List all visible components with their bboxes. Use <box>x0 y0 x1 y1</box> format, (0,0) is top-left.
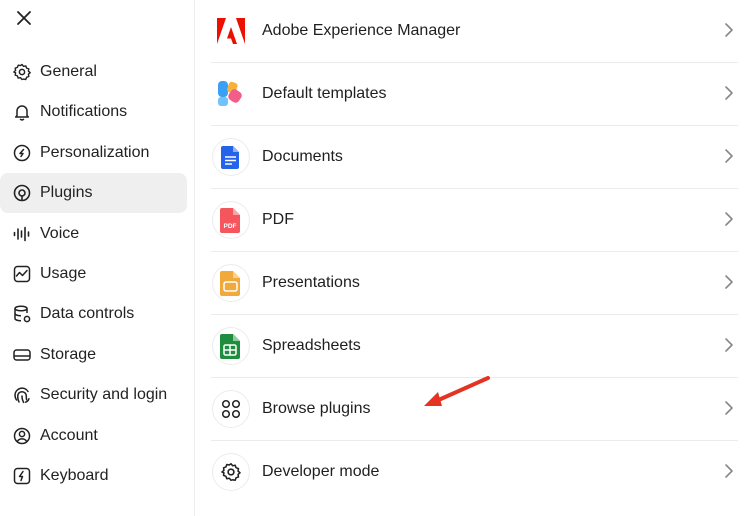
voice-waveform-icon <box>12 224 32 244</box>
sidebar-item-storage[interactable]: Storage <box>0 335 194 375</box>
sidebar-item-label: Personalization <box>40 143 150 161</box>
sidebar-item-account[interactable]: Account <box>0 416 194 456</box>
plugin-row-default-templates[interactable]: Default templates <box>211 63 738 126</box>
plugin-label: Presentations <box>262 274 360 291</box>
settings-nav: General Notifications Personalization Pl… <box>0 52 194 496</box>
sidebar-item-label: Account <box>40 426 98 444</box>
plugins-list: Adobe Experience Manager Default templat… <box>211 0 738 503</box>
fingerprint-icon <box>12 385 32 405</box>
plugins-icon <box>12 183 32 203</box>
sidebar-item-voice[interactable]: Voice <box>0 214 194 254</box>
keyboard-icon <box>12 466 32 486</box>
sidebar-item-usage[interactable]: Usage <box>0 254 194 294</box>
close-icon[interactable] <box>12 6 36 30</box>
chevron-right-icon <box>725 86 733 100</box>
sidebar-item-label: Usage <box>40 264 87 282</box>
sidebar-item-label: Plugins <box>40 184 93 202</box>
storage-icon <box>12 345 32 365</box>
sidebar-item-security-and-login[interactable]: Security and login <box>0 375 194 415</box>
sidebar-item-label: Voice <box>40 224 80 242</box>
database-icon <box>12 304 32 324</box>
adobe-logo-icon <box>212 12 250 50</box>
chevron-right-icon <box>725 212 733 226</box>
sidebar-item-label: Storage <box>40 345 97 363</box>
plugin-row-developer-mode[interactable]: Developer mode <box>211 441 738 503</box>
plugin-row-documents[interactable]: Documents <box>211 126 738 189</box>
sidebar-item-label: General <box>40 63 97 80</box>
sidebar-item-personalization[interactable]: Personalization <box>0 133 194 173</box>
plugin-label: Spreadsheets <box>262 337 361 354</box>
plugin-row-adobe-experience-manager[interactable]: Adobe Experience Manager <box>211 0 738 63</box>
chevron-right-icon <box>725 401 733 415</box>
sidebar-item-keyboard[interactable]: Keyboard <box>0 456 194 496</box>
chevron-right-icon <box>725 23 733 37</box>
sidebar-item-label: Keyboard <box>40 466 109 484</box>
plugin-row-pdf[interactable]: PDF PDF <box>211 189 738 252</box>
chevron-right-icon <box>725 338 733 352</box>
plugin-row-spreadsheets[interactable]: Spreadsheets <box>211 315 738 378</box>
sidebar-item-label: Security and login <box>40 386 168 404</box>
presentations-icon <box>212 264 250 302</box>
browse-grid-icon <box>212 390 250 428</box>
settings-sidebar: General Notifications Personalization Pl… <box>0 0 195 516</box>
plugin-label: Adobe Experience Manager <box>262 22 461 39</box>
sidebar-item-notifications[interactable]: Notifications <box>0 92 194 132</box>
plugin-label: Browse plugins <box>262 400 371 417</box>
account-icon <box>12 426 32 446</box>
plugin-label: Documents <box>262 148 343 165</box>
chevron-right-icon <box>725 149 733 163</box>
sidebar-item-plugins[interactable]: Plugins <box>0 173 194 214</box>
templates-icon <box>212 75 250 113</box>
personalization-icon <box>12 143 32 163</box>
plugin-row-browse-plugins[interactable]: Browse plugins <box>211 378 738 441</box>
plugin-label: Developer mode <box>262 463 380 480</box>
plugin-label: PDF <box>262 211 294 228</box>
pdf-icon: PDF <box>212 201 250 239</box>
bell-icon <box>12 102 32 122</box>
spreadsheets-icon <box>212 327 250 365</box>
gear-icon <box>12 62 32 82</box>
pdf-badge: PDF <box>224 223 237 230</box>
plugin-label: Default templates <box>262 85 387 102</box>
usage-chart-icon <box>12 264 32 284</box>
chevron-right-icon <box>725 464 733 478</box>
sidebar-item-label: Data controls <box>40 305 135 323</box>
chevron-right-icon <box>725 275 733 289</box>
sidebar-item-general[interactable]: General <box>0 52 194 92</box>
plugin-row-presentations[interactable]: Presentations <box>211 252 738 315</box>
sidebar-item-label: Notifications <box>40 103 128 121</box>
gear-icon <box>212 453 250 491</box>
documents-icon <box>212 138 250 176</box>
sidebar-item-data-controls[interactable]: Data controls <box>0 294 194 334</box>
